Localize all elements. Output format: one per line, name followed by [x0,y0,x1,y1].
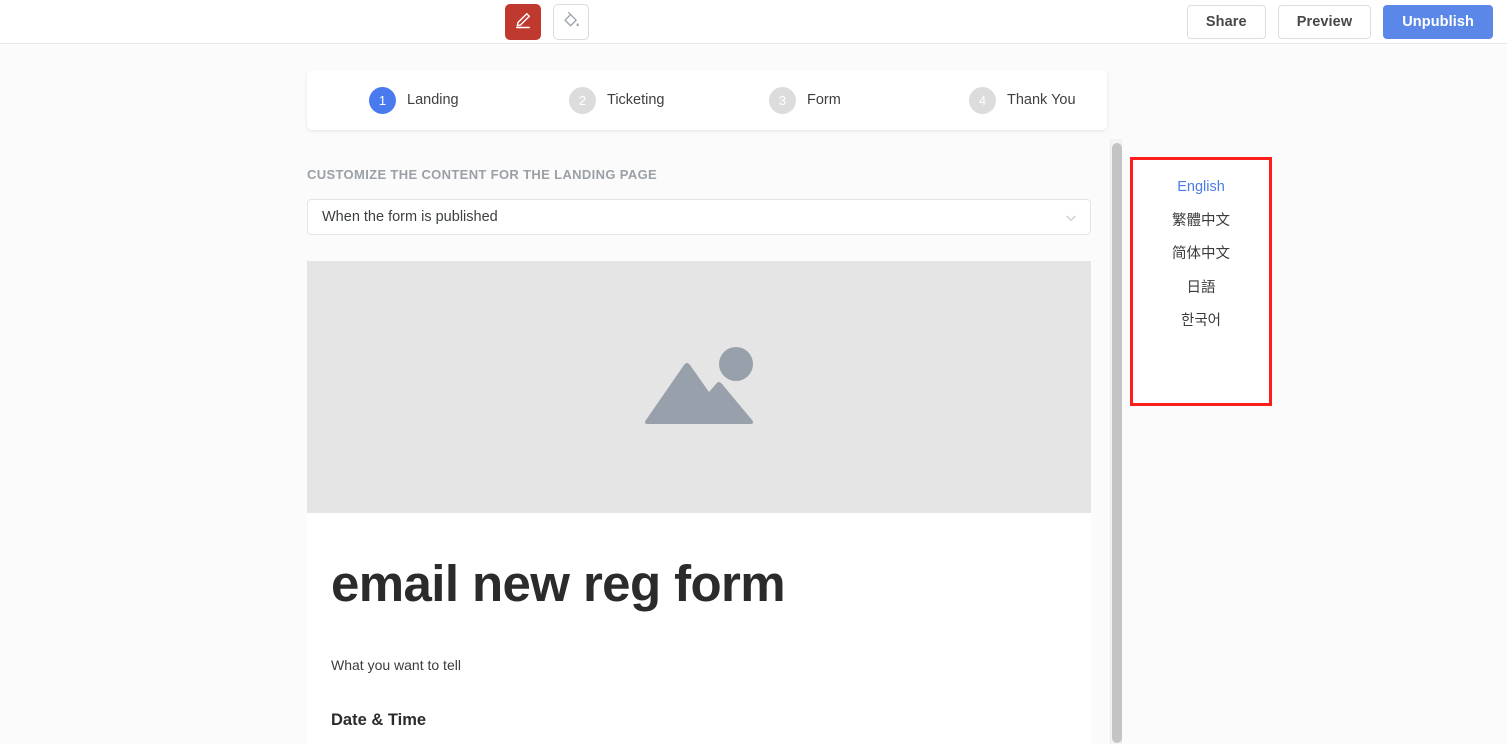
step-number-2: 2 [569,86,596,114]
language-selector-highlight: English 繁體中文 简体中文 日語 한국어 [1130,157,1272,406]
step-number-3: 3 [769,86,796,114]
theme-tool-button[interactable] [553,4,589,40]
header-actions: Share Preview Unpublish [1186,5,1493,39]
language-option-traditional-chinese[interactable]: 繁體中文 [1172,213,1230,229]
step-item-thank-you[interactable]: 4 Thank You [907,86,1107,114]
paint-bucket-icon [561,10,581,35]
share-button[interactable]: Share [1186,5,1266,39]
language-option-japanese[interactable]: 日語 [1187,280,1216,296]
editor-tool-group [505,4,589,40]
edit-pencil-icon [513,10,533,35]
top-header-bar: Share Preview Unpublish [0,0,1507,44]
language-option-english[interactable]: English [1177,180,1225,195]
step-item-landing[interactable]: 1 Landing [307,86,507,114]
chevron-down-icon [1064,211,1078,225]
preview-button[interactable]: Preview [1277,5,1372,39]
page-scrollbar-thumb[interactable] [1112,143,1122,743]
preview-subtitle: What you want to tell [331,656,461,673]
page-scrollbar[interactable] [1110,139,1122,744]
step-label-thank-you: Thank You [1007,92,1076,108]
image-placeholder-icon [624,335,774,440]
language-option-korean[interactable]: 한국어 [1181,314,1221,329]
step-number-1: 1 [369,86,396,114]
hero-image-placeholder[interactable] [307,261,1091,513]
preview-date-time-heading: Date & Time [331,710,427,729]
customize-content-label: CUSTOMIZE THE CONTENT FOR THE LANDING PA… [307,167,658,182]
step-item-form[interactable]: 3 Form [707,86,907,114]
step-number-4: 4 [969,86,996,114]
step-label-landing: Landing [407,92,459,108]
step-item-ticketing[interactable]: 2 Ticketing [507,86,707,114]
step-label-form: Form [807,92,841,108]
unpublish-button[interactable]: Unpublish [1383,5,1493,39]
preview-body: email new reg form What you want to tell… [307,513,1091,744]
step-navigation-card: 1 Landing 2 Ticketing 3 Form 4 Thank You [307,70,1107,130]
step-list: 1 Landing 2 Ticketing 3 Form 4 Thank You [307,70,1107,130]
content-trigger-select[interactable]: When the form is published [307,199,1091,235]
edit-tool-button[interactable] [505,4,541,40]
preview-title: email new reg form [331,555,786,612]
language-option-simplified-chinese[interactable]: 简体中文 [1172,247,1230,262]
step-label-ticketing: Ticketing [607,92,665,108]
landing-page-preview: email new reg form What you want to tell… [307,261,1091,744]
content-trigger-value: When the form is published [322,209,498,225]
language-list: English 繁體中文 简体中文 日語 한국어 [1133,180,1269,329]
